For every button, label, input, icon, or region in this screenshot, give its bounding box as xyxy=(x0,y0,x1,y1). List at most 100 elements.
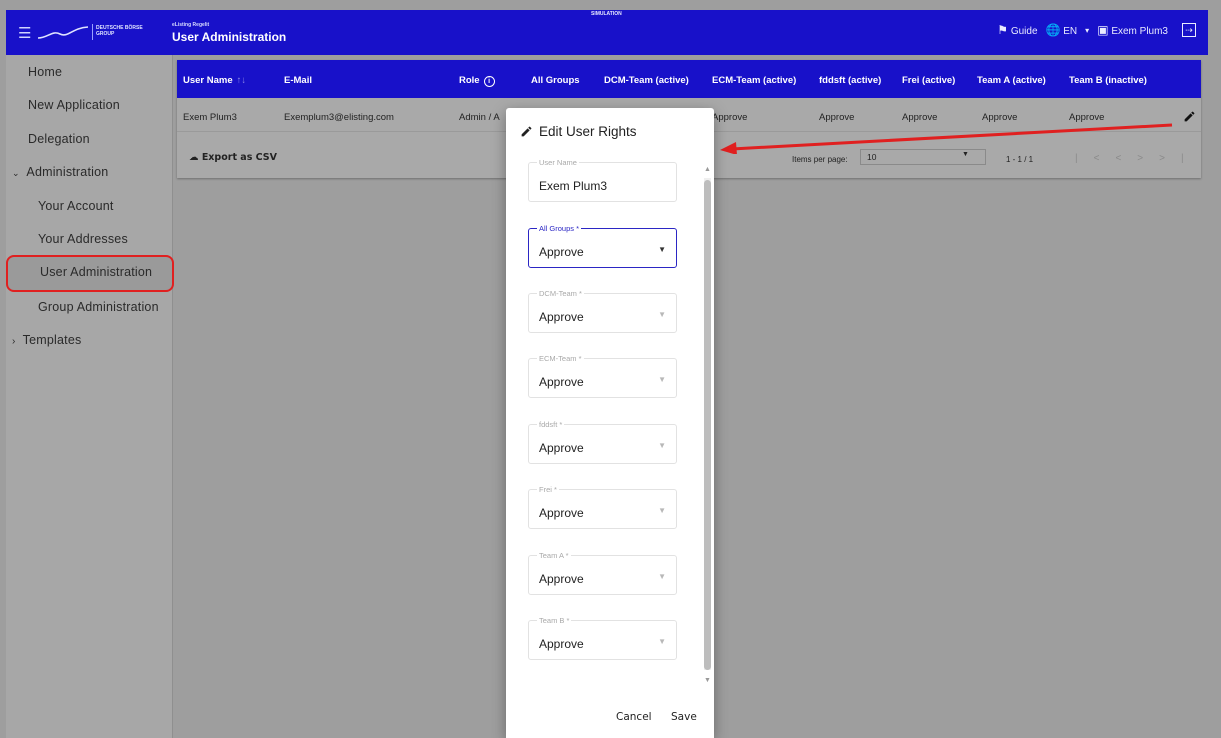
scrollbar-thumb[interactable] xyxy=(704,180,711,670)
sidebar-item-your-account[interactable]: Your Account xyxy=(6,199,173,213)
sidebar-item-user-administration[interactable]: User Administration xyxy=(6,255,174,292)
field-label: Team A * xyxy=(537,551,571,560)
export-label: Export as CSV xyxy=(201,152,278,163)
simulation-badge: SIMULATION xyxy=(591,11,622,17)
column-team-a[interactable]: Team A (active) xyxy=(977,75,1046,86)
column-user-name[interactable]: User Name ↑↓ xyxy=(183,75,246,86)
dialog-title: Edit User Rights xyxy=(520,124,637,139)
sort-arrow-icon: ↑↓ xyxy=(236,75,247,86)
field-value: Exem Plum3 xyxy=(539,179,608,193)
team-b-select[interactable]: Team B * Approve ▼ xyxy=(528,616,677,660)
edit-user-rights-dialog: Edit User Rights User Name Exem Plum3 Al… xyxy=(506,108,714,738)
top-app-bar: ☰ DEUTSCHE BÖRSE GROUP eListing Regelit … xyxy=(6,10,1208,55)
field-value: Approve xyxy=(539,572,584,586)
menu-icon[interactable]: ☰ xyxy=(18,24,31,42)
column-fddsft[interactable]: fddsft (active) xyxy=(819,75,881,86)
field-label: Frei * xyxy=(537,485,559,494)
chevron-down-icon[interactable]: ▾ xyxy=(1085,26,1089,35)
save-button[interactable]: Save xyxy=(671,711,697,723)
field-label: fddsft * xyxy=(537,420,565,429)
column-ecm-team[interactable]: ECM-Team (active) xyxy=(712,75,796,86)
dropdown-arrow-icon: ▼ xyxy=(658,572,666,581)
user-name-field: User Name Exem Plum3 xyxy=(528,158,677,202)
logo-text: DEUTSCHE BÖRSE GROUP xyxy=(96,25,143,37)
field-label: DCM-Team * xyxy=(537,289,584,298)
sidebar-item-label: Templates xyxy=(22,333,82,347)
field-value: Approve xyxy=(539,375,584,389)
pagination-controls[interactable]: |<<>>| xyxy=(1075,153,1200,164)
guide-icon: ⚑ xyxy=(997,23,1009,37)
cell-role: Admin / A xyxy=(459,112,500,123)
scroll-down-icon[interactable]: ▼ xyxy=(704,677,711,684)
frei-select[interactable]: Frei * Approve ▼ xyxy=(528,485,677,529)
page-title: User Administration xyxy=(172,30,287,44)
dialog-scrollbar[interactable]: ▲ ▼ xyxy=(704,166,712,686)
dialog-title-text: Edit User Rights xyxy=(539,124,637,139)
column-dcm-team[interactable]: DCM-Team (active) xyxy=(604,75,689,86)
cell-email: Exemplum3@elisting.com xyxy=(284,112,394,123)
sidebar-item-administration[interactable]: ⌄ Administration xyxy=(6,165,173,179)
sidebar-item-label: Administration xyxy=(26,165,109,179)
dropdown-arrow-icon: ▼ xyxy=(658,310,666,319)
sidebar-item-new-application[interactable]: New Application xyxy=(6,98,173,112)
guide-label: Guide xyxy=(1010,26,1038,37)
field-value: Approve xyxy=(539,245,584,259)
scroll-up-icon[interactable]: ▲ xyxy=(704,166,711,173)
annotation-arrow xyxy=(720,123,1173,154)
header-actions: ⚑ Guide 🌐 EN ▾ ▣ Exem Plum3 ⇢ xyxy=(997,23,1196,37)
field-value: Approve xyxy=(539,441,584,455)
team-a-select[interactable]: Team A * Approve ▼ xyxy=(528,551,677,595)
pagination-range: 1 - 1 / 1 xyxy=(1006,155,1034,164)
sidebar-item-delegation[interactable]: Delegation xyxy=(6,132,173,146)
dropdown-arrow-icon: ▼ xyxy=(658,245,666,254)
column-label: Role xyxy=(459,75,480,86)
globe-icon: 🌐 xyxy=(1045,23,1061,37)
field-label: ECM-Team * xyxy=(537,354,584,363)
column-team-b[interactable]: Team B (inactive) xyxy=(1069,75,1147,86)
logout-icon[interactable]: ⇢ xyxy=(1182,23,1196,37)
edit-pencil-icon[interactable] xyxy=(1183,110,1196,123)
field-label: User Name xyxy=(537,158,579,167)
table-header: User Name ↑↓ E-Mail Role i All Groups DCM-… xyxy=(177,60,1201,98)
export-csv-button[interactable]: ☁ Export as CSV xyxy=(189,152,277,163)
field-label: Team B * xyxy=(537,616,572,625)
chevron-right-icon: › xyxy=(12,336,16,347)
field-label: All Groups * xyxy=(537,224,582,233)
cell-user-name: Exem Plum3 xyxy=(183,112,237,123)
dropdown-arrow-icon: ▼ xyxy=(658,375,666,384)
sidebar-item-templates[interactable]: › Templates xyxy=(6,333,173,347)
dropdown-arrow-icon: ▼ xyxy=(658,506,666,515)
field-value: Approve xyxy=(539,637,584,651)
language-label: EN xyxy=(1063,26,1078,37)
user-menu[interactable]: ▣ Exem Plum3 xyxy=(1097,23,1168,37)
chevron-down-icon: ⌄ xyxy=(12,168,20,178)
sidebar-item-group-administration[interactable]: Group Administration xyxy=(6,300,173,314)
dropdown-arrow-icon: ▼ xyxy=(658,441,666,450)
column-role[interactable]: Role i xyxy=(459,75,495,87)
field-value: Approve xyxy=(539,310,584,324)
column-frei[interactable]: Frei (active) xyxy=(902,75,955,86)
column-label: User Name xyxy=(183,75,233,86)
dropdown-arrow-icon: ▼ xyxy=(658,637,666,646)
info-icon[interactable]: i xyxy=(483,76,495,87)
ecm-team-select[interactable]: ECM-Team * Approve ▼ xyxy=(528,354,677,398)
sidebar-item-home[interactable]: Home xyxy=(6,65,173,79)
cancel-button[interactable]: Cancel xyxy=(616,711,652,723)
fddsft-select[interactable]: fddsft * Approve ▼ xyxy=(528,420,677,464)
column-email[interactable]: E-Mail xyxy=(284,75,312,86)
user-card-icon: ▣ xyxy=(1097,23,1109,37)
logo-divider xyxy=(92,24,93,40)
language-selector[interactable]: 🌐 EN xyxy=(1046,23,1078,37)
column-all-groups[interactable]: All Groups xyxy=(531,75,580,86)
sidebar-item-your-addresses[interactable]: Your Addresses xyxy=(6,232,173,246)
app-name: eListing Regelit xyxy=(172,22,210,28)
dcm-team-select[interactable]: DCM-Team * Approve ▼ xyxy=(528,289,677,333)
cloud-upload-icon: ☁ xyxy=(189,152,199,163)
all-groups-select[interactable]: All Groups * Approve ▼ xyxy=(528,224,677,268)
items-per-page-label: Items per page: xyxy=(792,155,848,164)
user-name: Exem Plum3 xyxy=(1111,26,1168,37)
edit-pencil-icon xyxy=(521,126,532,137)
guide-button[interactable]: ⚑ Guide xyxy=(997,23,1037,37)
field-value: Approve xyxy=(539,506,584,520)
sidebar: Home New Application Delegation ⌄ Admini… xyxy=(6,55,174,738)
